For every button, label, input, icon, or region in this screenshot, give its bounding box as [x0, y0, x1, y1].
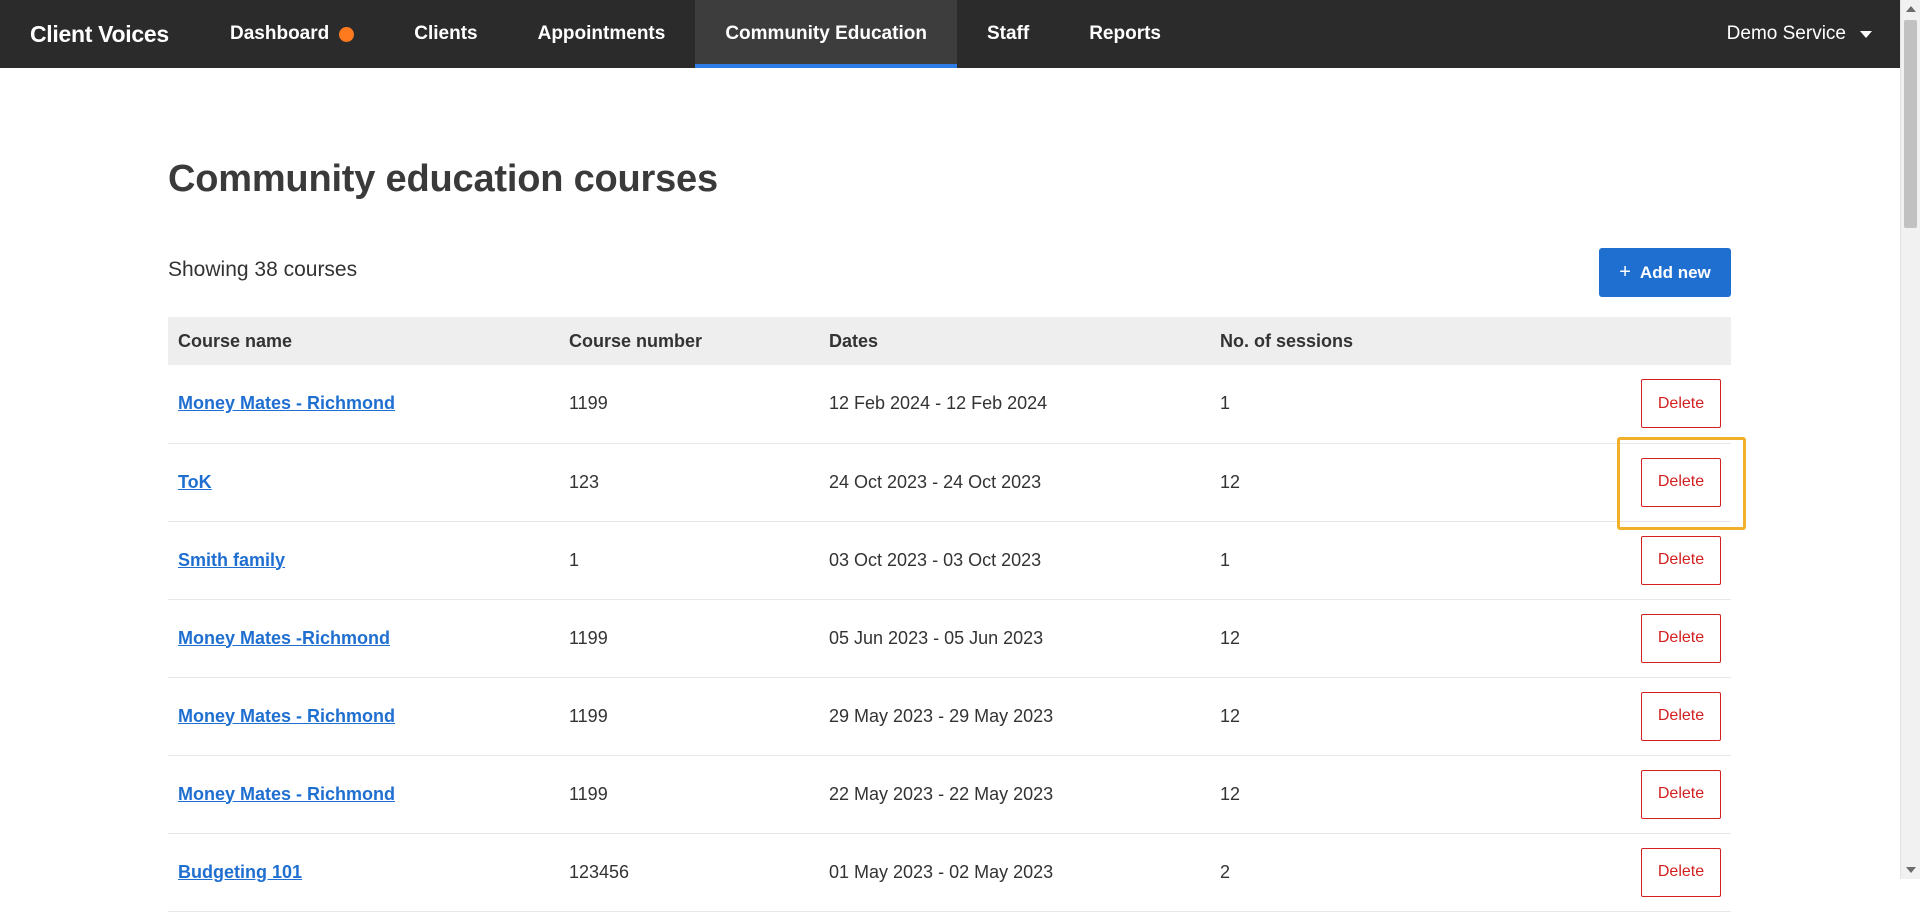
nav-item-staff[interactable]: Staff [957, 0, 1059, 68]
scroll-up-arrow-icon[interactable] [1906, 6, 1916, 12]
table-row: Smith family 1 03 Oct 2023 - 03 Oct 2023… [168, 521, 1731, 599]
results-count: Showing 38 courses [168, 258, 358, 281]
column-header-sessions: No. of sessions [1220, 330, 1354, 351]
nav-item-community-education[interactable]: Community Education [695, 0, 957, 68]
course-dates: 03 Oct 2023 - 03 Oct 2023 [829, 549, 1042, 570]
nav-item-label: Staff [986, 23, 1030, 44]
vertical-scrollbar[interactable] [1900, 0, 1920, 879]
course-name-link[interactable]: Money Mates - Richmond [178, 393, 395, 413]
add-new-button[interactable]: + Add new [1599, 248, 1731, 297]
column-header-dates: Dates [829, 330, 879, 351]
course-number: 123456 [569, 861, 630, 882]
course-name-link[interactable]: ToK [178, 472, 212, 492]
delete-button[interactable]: Delete [1641, 691, 1721, 741]
column-header-course-name: Course name [178, 330, 293, 351]
brand-logo[interactable]: Client Voices [0, 0, 200, 68]
nav-item-dashboard[interactable]: Dashboard [200, 0, 384, 68]
course-number: 1199 [569, 393, 608, 414]
course-dates: 24 Oct 2023 - 24 Oct 2023 [829, 471, 1042, 492]
add-new-label: Add new [1639, 262, 1711, 282]
course-number: 123 [569, 471, 600, 492]
column-header-actions [1510, 317, 1731, 365]
course-sessions: 12 [1220, 705, 1241, 726]
course-dates: 22 May 2023 - 22 May 2023 [829, 783, 1054, 804]
nav-item-appointments[interactable]: Appointments [508, 0, 696, 68]
course-name-link[interactable]: Smith family [178, 550, 285, 570]
delete-button[interactable]: Delete [1641, 613, 1721, 663]
service-label: Demo Service [1726, 23, 1846, 44]
nav-item-label: Community Education [725, 23, 927, 44]
course-sessions: 1 [1220, 549, 1231, 570]
delete-button[interactable]: Delete [1641, 769, 1721, 819]
table-row: Money Mates -Richmond 1199 05 Jun 2023 -… [168, 599, 1731, 677]
delete-button[interactable]: Delete [1641, 535, 1721, 585]
course-dates: 01 May 2023 - 02 May 2023 [829, 861, 1054, 882]
delete-button[interactable]: Delete [1641, 457, 1721, 507]
course-dates: 12 Feb 2024 - 12 Feb 2024 [829, 393, 1048, 414]
course-sessions: 12 [1220, 783, 1241, 804]
page-title: Community education courses [168, 158, 718, 200]
top-navigation-bar: Client Voices Dashboard Clients Appointm… [0, 0, 1900, 68]
course-sessions: 12 [1220, 627, 1241, 648]
scroll-thumb[interactable] [1904, 20, 1917, 228]
table-row: Money Mates - Richmond 1199 29 May 2023 … [168, 677, 1731, 755]
column-header-course-number: Course number [569, 330, 703, 351]
course-sessions: 12 [1220, 471, 1241, 492]
course-dates: 29 May 2023 - 29 May 2023 [829, 705, 1054, 726]
course-sessions: 1 [1220, 393, 1231, 414]
course-sessions: 2 [1220, 861, 1231, 882]
table-row: Money Mates - Richmond 1199 12 Feb 2024 … [168, 365, 1731, 443]
nav-items: Dashboard Clients Appointments Community… [200, 0, 1191, 68]
scroll-down-arrow-icon[interactable] [1906, 867, 1916, 873]
course-number: 1 [569, 549, 580, 570]
nav-item-label: Reports [1089, 23, 1161, 44]
table-header-row: Course name Course number Dates No. of s… [168, 317, 1731, 365]
nav-item-clients[interactable]: Clients [384, 0, 507, 68]
table-row: Budgeting 101 123456 01 May 2023 - 02 Ma… [168, 833, 1731, 911]
course-number: 1199 [569, 783, 608, 804]
course-name-link[interactable]: Money Mates - Richmond [178, 706, 395, 726]
service-dropdown[interactable]: Demo Service [1727, 0, 1900, 68]
course-number: 1199 [569, 627, 608, 648]
course-name-link[interactable]: Money Mates -Richmond [178, 628, 390, 648]
course-number: 1199 [569, 705, 608, 726]
delete-button[interactable]: Delete [1641, 379, 1721, 429]
nav-item-label: Dashboard [230, 23, 330, 44]
course-dates: 05 Jun 2023 - 05 Jun 2023 [829, 627, 1044, 648]
nav-item-label: Clients [414, 23, 478, 44]
delete-button[interactable]: Delete [1641, 847, 1721, 897]
plus-icon: + [1619, 261, 1631, 283]
nav-item-reports[interactable]: Reports [1059, 0, 1191, 68]
table-row: Money Mates - Richmond 1199 22 May 2023 … [168, 755, 1731, 833]
nav-item-label: Appointments [537, 23, 666, 44]
notification-dot-icon [339, 26, 355, 42]
courses-table: Course name Course number Dates No. of s… [168, 317, 1731, 912]
course-name-link[interactable]: Money Mates - Richmond [178, 784, 395, 804]
chevron-down-icon [1860, 30, 1872, 38]
table-row: ToK 123 24 Oct 2023 - 24 Oct 2023 12 Del… [168, 443, 1731, 521]
